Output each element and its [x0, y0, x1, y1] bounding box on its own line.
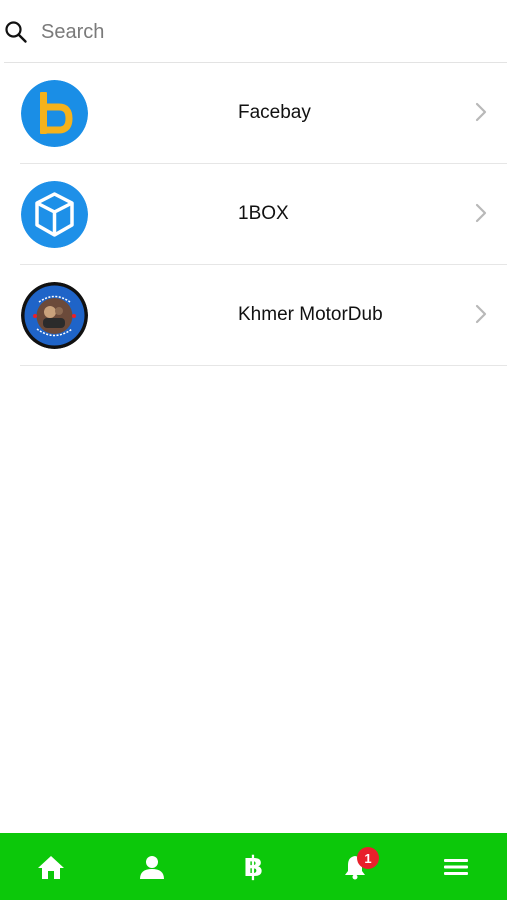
list-item-label: Khmer MotorDub [238, 304, 383, 325]
user-icon [140, 855, 165, 879]
app-list: Facebay 1BOX Khmer MotorDub [0, 63, 507, 366]
list-item-facebay[interactable]: Facebay [0, 63, 507, 164]
search-icon [5, 21, 27, 43]
app-screen: Facebay 1BOX [0, 0, 507, 900]
list-item-label: Facebay [238, 102, 311, 123]
notification-badge: 1 [357, 847, 379, 869]
row-divider [20, 365, 507, 366]
list-item-khmer-motordub[interactable]: Khmer MotorDub [0, 265, 507, 366]
list-item-1box[interactable]: 1BOX [0, 164, 507, 265]
search-bar [0, 0, 507, 63]
home-icon [37, 855, 64, 879]
box-logo [21, 181, 88, 248]
facebay-logo [21, 80, 88, 147]
bitcoin-icon: ฿ [243, 849, 264, 883]
tab-notifications[interactable] [304, 833, 405, 900]
tab-bitcoin[interactable]: ฿ [203, 833, 304, 900]
tab-menu[interactable] [406, 833, 507, 900]
tab-profile[interactable] [101, 833, 202, 900]
list-item-label: 1BOX [238, 203, 289, 224]
khmer-motordub-logo [21, 282, 88, 349]
bottom-tab-bar: ฿ 1 [0, 833, 507, 900]
tab-home[interactable] [0, 833, 101, 900]
chevron-right-icon [475, 304, 487, 324]
chevron-right-icon [475, 203, 487, 223]
menu-icon [444, 858, 469, 875]
search-input[interactable] [41, 14, 481, 50]
chevron-right-icon [475, 102, 487, 122]
